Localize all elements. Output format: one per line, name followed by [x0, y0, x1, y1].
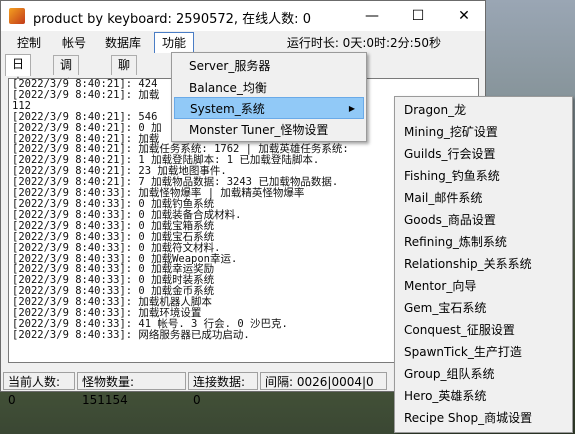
submenu-item[interactable]: Gem_宝石系统: [397, 297, 569, 319]
menu-control[interactable]: 控制: [10, 33, 48, 53]
submenu-item[interactable]: SpawnTick_生产打造: [397, 341, 569, 363]
menu-item-balance[interactable]: Balance_均衡: [174, 77, 364, 99]
menu-item-system-label: System_系统: [190, 102, 265, 116]
status-connections: 连接数据: 0: [188, 372, 258, 407]
submenu-item[interactable]: Conquest_征服设置: [397, 319, 569, 341]
menu-bar: 控制 帐号 数据库 功能 运行时长: 0天:0时:2分:50秒: [1, 31, 485, 53]
submenu-item[interactable]: Mining_挖矿设置: [397, 121, 569, 143]
tab-chat-log[interactable]: 聊天记: [111, 55, 138, 110]
submenu-arrow-icon: ▶: [348, 104, 355, 113]
window-title: product by keyboard: 2590572, 在线人数: 0: [33, 12, 311, 27]
tab-log[interactable]: 日志: [5, 54, 32, 90]
status-monsters: 怪物数量: 151154: [77, 372, 186, 407]
menu-database[interactable]: 数据库: [98, 33, 148, 53]
status-interval: 间隔: 0026|0004|0: [260, 372, 387, 390]
maximize-button[interactable]: ☐: [395, 1, 441, 31]
app-icon: [9, 8, 25, 24]
submenu-item[interactable]: Recipe Shop_商城设置: [397, 407, 569, 429]
submenu-item[interactable]: Mail_邮件系统: [397, 187, 569, 209]
submenu-item[interactable]: Group_组队系统: [397, 363, 569, 385]
menu-item-server[interactable]: Server_服务器: [174, 55, 364, 77]
system-submenu: Dragon_龙 Mining_挖矿设置 Guilds_行会设置 Fishing_钓鱼…: [394, 96, 573, 433]
menu-item-system[interactable]: System_系统 ▶: [174, 97, 364, 119]
submenu-item[interactable]: Dragon_龙: [397, 99, 569, 121]
minimize-button[interactable]: —: [349, 1, 395, 31]
tab-debug-log[interactable]: 调试日志: [53, 55, 80, 129]
status-online: 当前人数: 0: [3, 372, 75, 407]
menu-function[interactable]: 功能: [154, 32, 195, 53]
submenu-item[interactable]: Refining_炼制系统: [397, 231, 569, 253]
submenu-item[interactable]: Hero_英雄系统: [397, 385, 569, 407]
submenu-item[interactable]: Relationship_关系系统: [397, 253, 569, 275]
submenu-item[interactable]: Fishing_钓鱼系统: [397, 165, 569, 187]
title-bar: product by keyboard: 2590572, 在线人数: 0 — …: [1, 1, 485, 31]
menu-account[interactable]: 帐号: [55, 33, 93, 53]
close-button[interactable]: ✕: [441, 1, 487, 31]
submenu-item[interactable]: Goods_商品设置: [397, 209, 569, 231]
submenu-item[interactable]: Mentor_向导: [397, 275, 569, 297]
function-dropdown-menu: Server_服务器 Balance_均衡 System_系统 ▶ Monste…: [171, 52, 367, 142]
submenu-item[interactable]: Guilds_行会设置: [397, 143, 569, 165]
runtime-label: 运行时长: 0天:0时:2分:50秒: [286, 36, 441, 50]
menu-item-monster-tuner[interactable]: Monster Tuner_怪物设置: [174, 119, 364, 141]
